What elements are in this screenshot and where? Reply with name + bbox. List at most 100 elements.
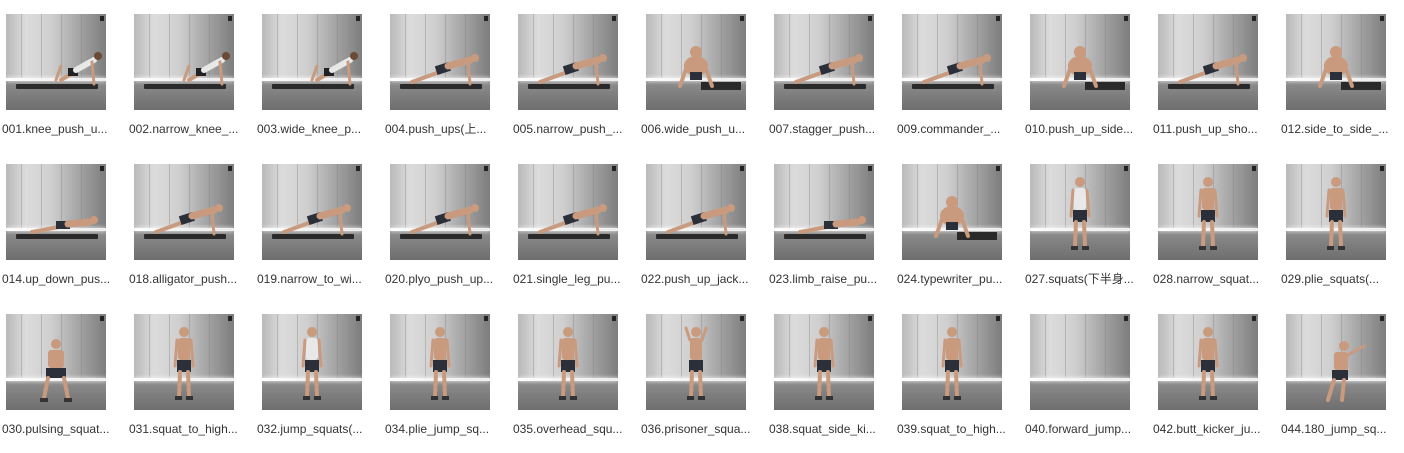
- exercise-figure: [1197, 177, 1219, 250]
- video-thumbnail[interactable]: [262, 314, 362, 410]
- file-item[interactable]: 011.push_up_sho...: [1153, 14, 1277, 154]
- file-item[interactable]: 005.narrow_push_...: [513, 14, 637, 154]
- exercise-figure: [1318, 46, 1381, 90]
- video-thumbnail[interactable]: [518, 314, 618, 410]
- file-item[interactable]: 036.prisoner_squa...: [641, 314, 765, 453]
- file-item[interactable]: 006.wide_push_u...: [641, 14, 765, 154]
- file-name-label: 040.forward_jump...: [1025, 422, 1132, 436]
- file-name-label: 044.180_jump_sq...: [1281, 422, 1387, 436]
- exercise-figure: [144, 204, 226, 239]
- file-item[interactable]: 029.plie_squats(...: [1281, 164, 1404, 304]
- file-name-label: 028.narrow_squat...: [1153, 272, 1260, 286]
- file-item[interactable]: 040.forward_jump...: [1025, 314, 1149, 453]
- file-item[interactable]: 019.narrow_to_wi...: [257, 164, 381, 304]
- file-name-label: 023.limb_raise_pu...: [769, 272, 878, 286]
- file-name-label: 038.squat_side_ki...: [769, 422, 876, 436]
- file-item[interactable]: 039.squat_to_high...: [897, 314, 1021, 453]
- video-thumbnail[interactable]: [1158, 164, 1258, 260]
- file-item[interactable]: 044.180_jump_sq...: [1281, 314, 1404, 453]
- video-thumbnail[interactable]: [390, 164, 490, 260]
- video-thumbnail[interactable]: [6, 164, 106, 260]
- file-item[interactable]: 007.stagger_push...: [769, 14, 893, 154]
- file-name-label: 039.squat_to_high...: [897, 422, 1006, 436]
- file-name-label: 024.typewriter_pu...: [897, 272, 1003, 286]
- exercise-figure: [1069, 177, 1091, 250]
- video-thumbnail[interactable]: [390, 14, 490, 110]
- file-item[interactable]: 010.push_up_side...: [1025, 14, 1149, 154]
- file-item[interactable]: 012.side_to_side_...: [1281, 14, 1404, 154]
- video-thumbnail[interactable]: [774, 164, 874, 260]
- video-thumbnail[interactable]: [1030, 164, 1130, 260]
- video-thumbnail[interactable]: [1158, 314, 1258, 410]
- video-thumbnail[interactable]: [1286, 14, 1386, 110]
- file-item[interactable]: 034.plie_jump_sq...: [385, 314, 509, 453]
- file-item[interactable]: 031.squat_to_high...: [129, 314, 253, 453]
- file-item[interactable]: 023.limb_raise_pu...: [769, 164, 893, 304]
- file-item[interactable]: 018.alligator_push...: [129, 164, 253, 304]
- file-thumbnail-grid: 001.knee_push_u... 002.narrow_knee_... 003…: [0, 0, 1404, 453]
- exercise-figure: [144, 52, 230, 89]
- file-name-label: 035.overhead_squ...: [513, 422, 623, 436]
- file-name-label: 030.pulsing_squat...: [2, 422, 110, 436]
- video-thumbnail[interactable]: [774, 14, 874, 110]
- video-thumbnail[interactable]: [134, 164, 234, 260]
- file-item[interactable]: 022.push_up_jack...: [641, 164, 765, 304]
- video-thumbnail[interactable]: [262, 14, 362, 110]
- video-thumbnail[interactable]: [6, 14, 106, 110]
- file-name-label: 012.side_to_side_...: [1281, 122, 1389, 136]
- file-item[interactable]: 021.single_leg_pu...: [513, 164, 637, 304]
- video-thumbnail[interactable]: [902, 314, 1002, 410]
- file-item[interactable]: 032.jump_squats(...: [257, 314, 381, 453]
- exercise-figure: [1030, 314, 1130, 410]
- file-item[interactable]: 035.overhead_squ...: [513, 314, 637, 453]
- video-thumbnail[interactable]: [134, 314, 234, 410]
- video-thumbnail[interactable]: [1286, 314, 1386, 410]
- exercise-figure: [528, 54, 610, 89]
- video-thumbnail[interactable]: [902, 164, 1002, 260]
- file-name-label: 042.butt_kicker_ju...: [1153, 422, 1261, 436]
- file-item[interactable]: 030.pulsing_squat...: [2, 314, 126, 453]
- exercise-figure: [173, 327, 195, 400]
- video-thumbnail[interactable]: [646, 164, 746, 260]
- file-name-label: 010.push_up_side...: [1025, 122, 1134, 136]
- video-thumbnail[interactable]: [646, 314, 746, 410]
- file-item[interactable]: 028.narrow_squat...: [1153, 164, 1277, 304]
- video-thumbnail[interactable]: [518, 164, 618, 260]
- file-name-label: 018.alligator_push...: [129, 272, 238, 286]
- file-item[interactable]: 004.push_ups(上...: [385, 14, 509, 154]
- file-item[interactable]: 027.squats(下半身...: [1025, 164, 1149, 304]
- video-thumbnail[interactable]: [1158, 14, 1258, 110]
- file-name-label: 014.up_down_pus...: [2, 272, 111, 286]
- exercise-figure: [941, 327, 963, 400]
- file-item[interactable]: 003.wide_knee_p...: [257, 14, 381, 154]
- video-thumbnail[interactable]: [518, 14, 618, 110]
- video-thumbnail[interactable]: [1030, 314, 1130, 410]
- video-thumbnail[interactable]: [774, 314, 874, 410]
- file-item[interactable]: 014.up_down_pus...: [2, 164, 126, 304]
- file-item[interactable]: 020.plyo_push_up...: [385, 164, 509, 304]
- video-thumbnail[interactable]: [902, 14, 1002, 110]
- file-item[interactable]: 009.commander_...: [897, 14, 1021, 154]
- file-name-label: 031.squat_to_high...: [129, 422, 238, 436]
- file-item[interactable]: 001.knee_push_u...: [2, 14, 126, 154]
- file-item[interactable]: 038.squat_side_ki...: [769, 314, 893, 453]
- file-name-label: 004.push_ups(上...: [385, 122, 487, 136]
- file-name-label: 002.narrow_knee_...: [129, 122, 239, 136]
- file-item[interactable]: 042.butt_kicker_ju...: [1153, 314, 1277, 453]
- exercise-figure: [400, 54, 482, 89]
- exercise-figure: [1197, 327, 1219, 400]
- video-thumbnail[interactable]: [6, 314, 106, 410]
- exercise-figure: [813, 327, 835, 400]
- file-name-label: 021.single_leg_pu...: [513, 272, 621, 286]
- file-item[interactable]: 024.typewriter_pu...: [897, 164, 1021, 304]
- exercise-figure: [301, 327, 323, 400]
- file-name-label: 032.jump_squats(...: [257, 422, 363, 436]
- exercise-figure: [656, 204, 738, 239]
- video-thumbnail[interactable]: [390, 314, 490, 410]
- video-thumbnail[interactable]: [134, 14, 234, 110]
- video-thumbnail[interactable]: [1030, 14, 1130, 110]
- file-item[interactable]: 002.narrow_knee_...: [129, 14, 253, 154]
- video-thumbnail[interactable]: [646, 14, 746, 110]
- video-thumbnail[interactable]: [262, 164, 362, 260]
- video-thumbnail[interactable]: [1286, 164, 1386, 260]
